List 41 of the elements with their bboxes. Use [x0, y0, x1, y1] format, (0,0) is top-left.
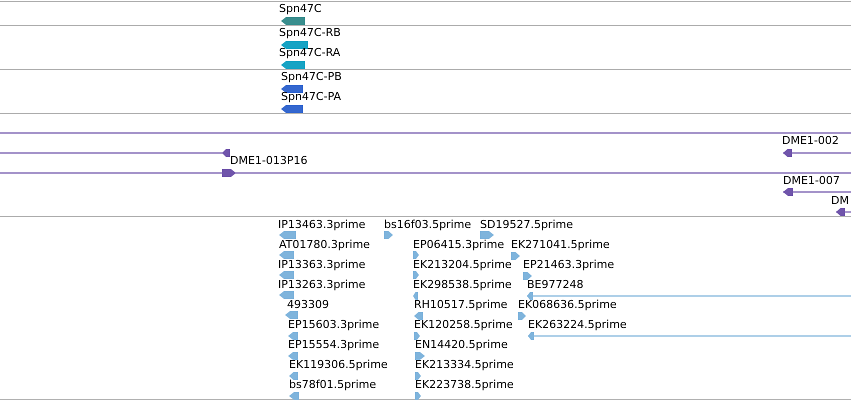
feature-label: bs16f03.5prime [384, 218, 472, 232]
feature-label: RH10517.5prime [414, 298, 508, 312]
feature-arrow[interactable] [281, 85, 303, 93]
feature-span[interactable] [836, 208, 851, 216]
feature-span[interactable] [0, 169, 851, 177]
feature-label: EP21463.3prime [523, 258, 614, 272]
feature-label: EK120258.5prime [414, 318, 513, 332]
feature-label: AT01780.3prime [279, 238, 370, 252]
feature-span[interactable] [0, 149, 230, 157]
feature-label: IP13463.3prime [278, 218, 366, 232]
feature-label: EP15554.3prime [288, 338, 380, 352]
feature-label: DME1-013P16 [230, 154, 308, 168]
feature-label: Spn47C-RA [279, 46, 340, 60]
feature-label: EP15603.3prime [288, 318, 380, 332]
feature-label: BE977248 [527, 278, 584, 292]
feature-label: DME1-007 [783, 174, 840, 188]
feature-label: Spn47C-PA [281, 90, 342, 104]
feature-label: EN14420.5prime [415, 338, 508, 352]
feature-label: 493309 [287, 298, 329, 312]
feature-label: EK213204.5prime [413, 258, 512, 272]
feature-label: Spn47C-RB [279, 26, 341, 40]
feature-label: SD19527.5prime [480, 218, 573, 232]
feature-label: bs78f01.5prime [289, 378, 376, 392]
feature-span[interactable] [783, 188, 851, 196]
feature-label: EK119306.5prime [289, 358, 388, 372]
feature-label: EK223738.5prime [415, 378, 514, 392]
feature-label: IP13263.3prime [278, 278, 366, 292]
feature-label: DM [831, 194, 849, 208]
feature-label: EK263224.5prime [528, 318, 627, 332]
feature-label: EK213334.5prime [415, 358, 514, 372]
feature-label: EK068636.5prime [518, 298, 617, 312]
feature-label: Spn47C [279, 2, 322, 16]
feature-label: EK298538.5prime [413, 278, 512, 292]
feature-label: IP13363.3prime [278, 258, 366, 272]
feature-label: EP06415.3prime [413, 238, 504, 252]
feature-arrow[interactable] [281, 41, 308, 49]
feature-label: EK271041.5prime [511, 238, 610, 252]
feature-label: Spn47C-PB [281, 70, 342, 84]
feature-span[interactable] [783, 149, 851, 157]
feature-label: DME1-002 [782, 134, 839, 148]
feature-arrow[interactable] [281, 105, 303, 113]
